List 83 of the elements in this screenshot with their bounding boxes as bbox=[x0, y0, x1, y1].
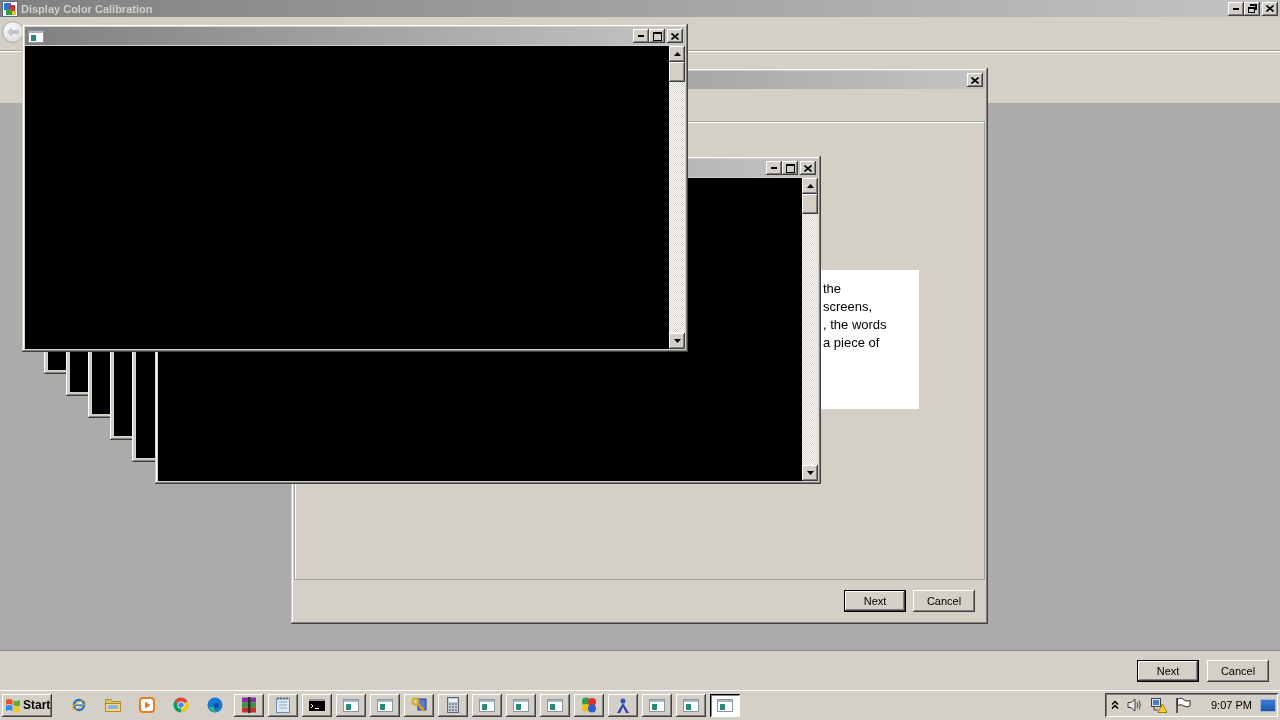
down-arrow-icon bbox=[806, 471, 814, 475]
restore-icon bbox=[1247, 4, 1257, 13]
taskbar-button[interactable] bbox=[404, 693, 434, 717]
taskbar-button[interactable] bbox=[676, 693, 706, 717]
globe-icon[interactable] bbox=[71, 697, 87, 713]
window-icon bbox=[547, 698, 563, 712]
app-icon bbox=[2, 0, 18, 17]
taskbar-button[interactable] bbox=[370, 693, 400, 717]
close-button[interactable] bbox=[800, 161, 816, 175]
chevron-up-icon[interactable] bbox=[1111, 700, 1119, 710]
arrow-left-icon bbox=[7, 27, 19, 37]
scroll-thumb[interactable] bbox=[802, 194, 818, 214]
wizard-button[interactable]: Next bbox=[1137, 659, 1199, 682]
taskbar-button[interactable] bbox=[540, 693, 570, 717]
taskbar-button[interactable] bbox=[472, 693, 502, 717]
scroll-up-button[interactable] bbox=[669, 46, 685, 62]
description-text: the screens, , the words a piece of bbox=[823, 280, 888, 352]
taskbar-button[interactable] bbox=[506, 693, 536, 717]
taskbar-button[interactable] bbox=[302, 693, 332, 717]
taskbar-button[interactable] bbox=[268, 693, 298, 717]
minimize-icon bbox=[771, 167, 777, 169]
swirl-icon[interactable] bbox=[207, 697, 223, 713]
scroll-down-button[interactable] bbox=[802, 465, 818, 481]
scroll-thumb[interactable] bbox=[669, 62, 685, 82]
window-icon bbox=[683, 698, 699, 712]
network-warning-icon[interactable] bbox=[1151, 697, 1167, 713]
taskbar-button[interactable] bbox=[336, 693, 366, 717]
maximize-button[interactable] bbox=[782, 161, 798, 175]
play-icon[interactable] bbox=[139, 697, 155, 713]
close-icon bbox=[1266, 5, 1274, 12]
window-icon bbox=[717, 698, 733, 712]
scroll-up-button[interactable] bbox=[802, 178, 818, 194]
window-icon bbox=[343, 698, 359, 712]
wizard-button[interactable]: Cancel bbox=[913, 589, 975, 612]
maximize-icon bbox=[652, 31, 662, 41]
taskbar-button[interactable] bbox=[608, 693, 638, 717]
figure-icon bbox=[616, 697, 630, 713]
window-icon bbox=[28, 29, 44, 43]
taskbar-button[interactable] bbox=[234, 693, 264, 717]
window-icon bbox=[377, 698, 393, 712]
close-button[interactable] bbox=[1262, 1, 1278, 16]
close-icon bbox=[671, 32, 679, 40]
show-desktop-button[interactable] bbox=[1260, 698, 1276, 712]
close-button[interactable] bbox=[967, 73, 983, 87]
notepad-icon bbox=[276, 697, 290, 713]
wizard-button[interactable]: Next bbox=[844, 589, 906, 612]
maximize-icon bbox=[785, 163, 795, 173]
vertical-scrollbar[interactable] bbox=[669, 46, 685, 349]
up-arrow-icon bbox=[673, 52, 681, 56]
key-icon bbox=[411, 697, 427, 713]
close-icon bbox=[804, 164, 812, 172]
window-icon bbox=[513, 698, 529, 712]
up-arrow-icon bbox=[806, 184, 814, 188]
close-button[interactable] bbox=[667, 29, 683, 43]
close-icon bbox=[971, 76, 979, 84]
vertical-scrollbar[interactable] bbox=[802, 178, 818, 481]
taskbar-button[interactable] bbox=[438, 693, 468, 717]
minimize-button[interactable] bbox=[1228, 1, 1244, 16]
taskbar-button[interactable] bbox=[574, 693, 604, 717]
calculator-icon bbox=[447, 697, 459, 713]
taskbar-button[interactable] bbox=[710, 693, 740, 717]
window-title: Display Color Calibration bbox=[21, 2, 153, 15]
console-icon bbox=[309, 699, 325, 711]
window-icon bbox=[649, 698, 665, 712]
start-logo-icon bbox=[5, 697, 21, 713]
minimize-button[interactable] bbox=[766, 161, 782, 175]
minimize-button[interactable] bbox=[633, 29, 649, 43]
window-icon bbox=[479, 698, 495, 712]
restore-button[interactable] bbox=[1244, 1, 1260, 16]
scroll-down-button[interactable] bbox=[669, 333, 685, 349]
down-arrow-icon bbox=[673, 339, 681, 343]
taskbar-button[interactable] bbox=[642, 693, 672, 717]
app-logo-icon bbox=[581, 697, 597, 713]
clock: 9:07 PM bbox=[1211, 699, 1252, 711]
minimize-icon bbox=[1233, 7, 1239, 10]
flag-icon[interactable] bbox=[1175, 697, 1191, 713]
minimize-icon bbox=[638, 35, 644, 37]
wizard-button[interactable]: Cancel bbox=[1207, 659, 1269, 682]
speaker-icon[interactable] bbox=[1127, 697, 1143, 713]
maximize-button[interactable] bbox=[649, 29, 665, 43]
circle-logo-icon[interactable] bbox=[173, 697, 189, 713]
start-button[interactable]: Start bbox=[2, 693, 52, 717]
books-icon bbox=[241, 697, 257, 713]
